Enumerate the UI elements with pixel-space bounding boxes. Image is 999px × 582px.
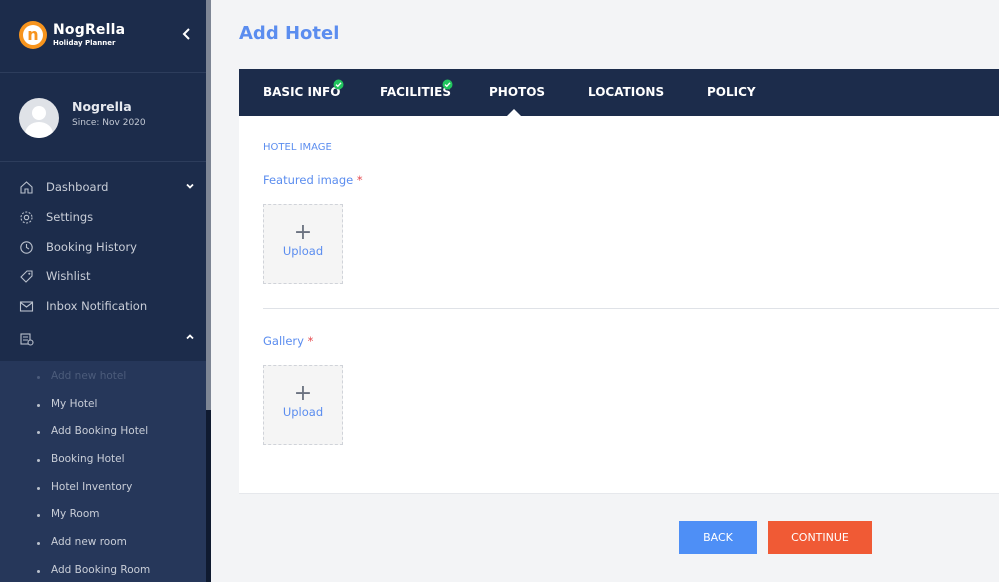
chevron-down-icon — [184, 180, 196, 192]
upload-label: Upload — [282, 244, 324, 258]
submenu-item-add-new-hotel[interactable]: Add new hotel — [0, 364, 206, 390]
clock-icon — [19, 240, 34, 255]
submenu-item-booking-hotel[interactable]: Booking Hotel — [0, 447, 206, 473]
featured-image-label: Featured image * — [263, 173, 363, 187]
user-profile: Nogrella Since: Nov 2020 — [0, 74, 206, 162]
gear-icon — [19, 210, 34, 225]
nav-item-dashboard[interactable]: Dashboard — [0, 172, 206, 202]
check-badge-icon — [442, 79, 453, 90]
tab-label: BASIC INFO — [263, 85, 341, 99]
nav-item-wishlist[interactable]: Wishlist — [0, 261, 206, 291]
check-badge-icon — [333, 79, 344, 90]
hotel-submenu: Add new hotel My Hotel Add Booking Hotel… — [0, 361, 206, 582]
gallery-upload[interactable]: + Upload — [263, 365, 343, 445]
bullet — [37, 404, 40, 407]
tab-label: PHOTOS — [489, 85, 546, 99]
nav-label: Wishlist — [46, 269, 91, 283]
submenu-label: Add Booking Hotel — [51, 425, 149, 437]
nav-item-hotel-menu[interactable] — [0, 323, 206, 353]
tab-photos[interactable]: PHOTOS — [489, 69, 549, 116]
submenu-label: Add Booking Room — [51, 564, 151, 576]
page-title: Add Hotel — [239, 23, 340, 44]
chevron-up-icon — [184, 331, 196, 343]
continue-button[interactable]: CONTINUE — [768, 521, 872, 554]
tab-policy[interactable]: POLICY — [707, 69, 767, 116]
nav-label: Dashboard — [46, 180, 109, 194]
featured-image-upload[interactable]: + Upload — [263, 204, 343, 284]
add-hotel-form-card: BASIC INFO FACILITIES PHOTOS LOCATIONS P… — [239, 69, 999, 494]
brand-header: n NogRella Holiday Planner — [0, 0, 206, 73]
hotel-add-icon — [19, 331, 34, 346]
nav-label: Inbox Notification — [46, 299, 148, 313]
gallery-label: Gallery * — [263, 334, 313, 348]
submenu-label: Add new room — [51, 536, 127, 548]
bullet — [37, 570, 40, 573]
divider — [263, 308, 999, 309]
submenu-item-add-new-room[interactable]: Add new room — [0, 530, 206, 556]
bullet — [37, 431, 40, 434]
sidebar: n NogRella Holiday Planner Nogrella Sinc… — [0, 0, 211, 582]
gallery-label-text: Gallery — [263, 334, 304, 348]
tab-facilities[interactable]: FACILITIES — [380, 69, 470, 116]
tab-basic-info[interactable]: BASIC INFO — [263, 69, 353, 116]
tab-label: LOCATIONS — [588, 85, 665, 99]
upload-label: Upload — [282, 405, 324, 419]
tab-label: POLICY — [707, 85, 756, 99]
submenu-label: Hotel Inventory — [51, 481, 133, 493]
submenu-label: My Room — [51, 508, 100, 520]
brand-name: NogRella — [53, 22, 126, 38]
bullet — [37, 376, 40, 379]
active-tab-indicator — [507, 109, 521, 116]
bullet — [37, 542, 40, 545]
featured-image-label-text: Featured image — [263, 173, 354, 187]
chevron-left-icon[interactable] — [180, 27, 194, 41]
submenu-item-my-room[interactable]: My Room — [0, 502, 206, 528]
brand-logo[interactable]: n — [19, 21, 47, 49]
step-tabs: BASIC INFO FACILITIES PHOTOS LOCATIONS P… — [239, 69, 999, 116]
profile-name: Nogrella — [72, 99, 132, 114]
back-button[interactable]: BACK — [679, 521, 757, 554]
bullet — [37, 514, 40, 517]
submenu-label: Booking Hotel — [51, 453, 125, 465]
required-mark: * — [307, 334, 314, 348]
brand-logo-letter: n — [23, 25, 43, 45]
submenu-label: Add new hotel — [51, 370, 127, 382]
nav-item-settings[interactable]: Settings — [0, 202, 206, 232]
submenu-item-add-booking-room[interactable]: Add Booking Room — [0, 558, 206, 582]
bullet — [37, 459, 40, 462]
submenu-item-my-hotel[interactable]: My Hotel — [0, 392, 206, 418]
plus-icon: + — [293, 381, 313, 406]
sidebar-scrollbar-thumb[interactable] — [206, 0, 211, 410]
nav-item-inbox-notification[interactable]: Inbox Notification — [0, 291, 206, 321]
nav-label: Settings — [46, 210, 94, 224]
avatar[interactable] — [19, 98, 59, 138]
required-mark: * — [356, 173, 363, 187]
bullet — [37, 487, 40, 490]
tab-locations[interactable]: LOCATIONS — [588, 69, 668, 116]
submenu-item-add-booking-hotel[interactable]: Add Booking Hotel — [0, 419, 206, 445]
home-icon — [19, 180, 34, 195]
tab-label: FACILITIES — [380, 85, 451, 99]
brand-tagline: Holiday Planner — [53, 39, 116, 47]
tag-icon — [19, 269, 34, 284]
profile-since: Since: Nov 2020 — [72, 118, 146, 128]
plus-icon: + — [293, 220, 313, 245]
mail-icon — [19, 299, 34, 314]
nav-label: Booking History — [46, 240, 137, 254]
submenu-item-hotel-inventory[interactable]: Hotel Inventory — [0, 475, 206, 501]
section-heading-hotel-image: HOTEL IMAGE — [263, 142, 332, 153]
submenu-label: My Hotel — [51, 398, 98, 410]
nav-item-booking-history[interactable]: Booking History — [0, 232, 206, 262]
